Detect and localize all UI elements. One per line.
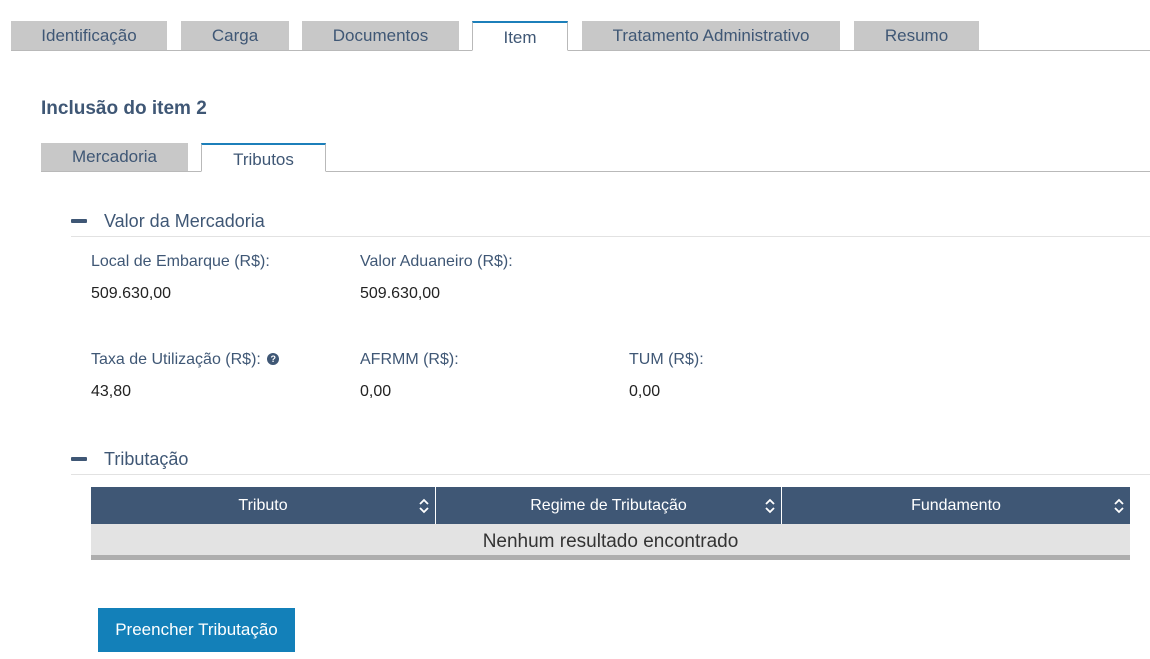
section-valor-mercadoria-header[interactable]: Valor da Mercadoria: [71, 209, 1150, 237]
field-label: Local de Embarque (R$):: [91, 253, 270, 270]
tab-resumo[interactable]: Resumo: [854, 21, 979, 50]
column-header-label: Tributo: [238, 497, 288, 514]
question-circle-icon[interactable]: ?: [267, 353, 280, 365]
column-header-regime[interactable]: Regime de Tributação: [436, 487, 782, 524]
tab-carga[interactable]: Carga: [181, 21, 289, 50]
field-label: TUM (R$):: [629, 351, 704, 368]
tributacao-table: Tributo Regime de Tributação Fundamento …: [91, 487, 1130, 560]
tab-item[interactable]: Item: [472, 21, 568, 51]
field-value: 0,00: [360, 383, 392, 400]
minus-icon[interactable]: [71, 457, 87, 461]
field-value: 509.630,00: [91, 285, 172, 302]
column-header-label: Fundamento: [911, 497, 1001, 514]
field-value: 43,80: [91, 383, 132, 400]
field-label-row: Taxa de Utilização (R$): ?: [91, 350, 280, 370]
field-valor-aduaneiro: Valor Aduaneiro (R$): 509.630,00: [360, 252, 513, 304]
sort-up-down-icon[interactable]: [764, 496, 776, 516]
tab-documentos[interactable]: Documentos: [302, 21, 459, 50]
column-header-label: Regime de Tributação: [530, 497, 687, 514]
minus-icon[interactable]: [71, 219, 87, 223]
sort-up-down-icon[interactable]: [1113, 496, 1125, 516]
tab-mercadoria[interactable]: Mercadoria: [41, 143, 188, 171]
field-afrmm: AFRMM (R$): 0,00: [360, 350, 459, 402]
tab-tratamento-administrativo[interactable]: Tratamento Administrativo: [582, 21, 840, 50]
section-tributacao-header[interactable]: Tributação: [71, 447, 1150, 475]
field-label: Taxa de Utilização (R$):: [91, 351, 261, 368]
section-title: Tributação: [104, 449, 189, 469]
sort-up-down-icon[interactable]: [418, 496, 430, 516]
section-title: Valor da Mercadoria: [104, 211, 265, 231]
tab-identificacao[interactable]: Identificação: [11, 21, 167, 50]
tab-tributos[interactable]: Tributos: [201, 143, 326, 172]
field-local-embarque: Local de Embarque (R$): 509.630,00: [91, 252, 270, 304]
page-title: Inclusão do item 2: [41, 98, 207, 119]
item-sub-tab-bar: Mercadoria Tributos: [41, 143, 1150, 172]
field-taxa-utilizacao: Taxa de Utilização (R$): ? 43,80: [91, 350, 280, 402]
table-header: Tributo Regime de Tributação Fundamento: [91, 487, 1130, 524]
table-empty-message: Nenhum resultado encontrado: [91, 524, 1130, 560]
field-value: 509.630,00: [360, 285, 441, 302]
preencher-tributacao-button[interactable]: Preencher Tributação: [98, 608, 295, 652]
field-label: AFRMM (R$):: [360, 351, 459, 368]
field-label: Valor Aduaneiro (R$):: [360, 253, 513, 270]
main-tab-bar: Identificação Carga Documentos Item Trat…: [11, 21, 1150, 51]
column-header-tributo[interactable]: Tributo: [91, 487, 436, 524]
field-value: 0,00: [629, 383, 661, 400]
column-header-fundamento[interactable]: Fundamento: [782, 487, 1130, 524]
field-tum: TUM (R$): 0,00: [629, 350, 704, 402]
